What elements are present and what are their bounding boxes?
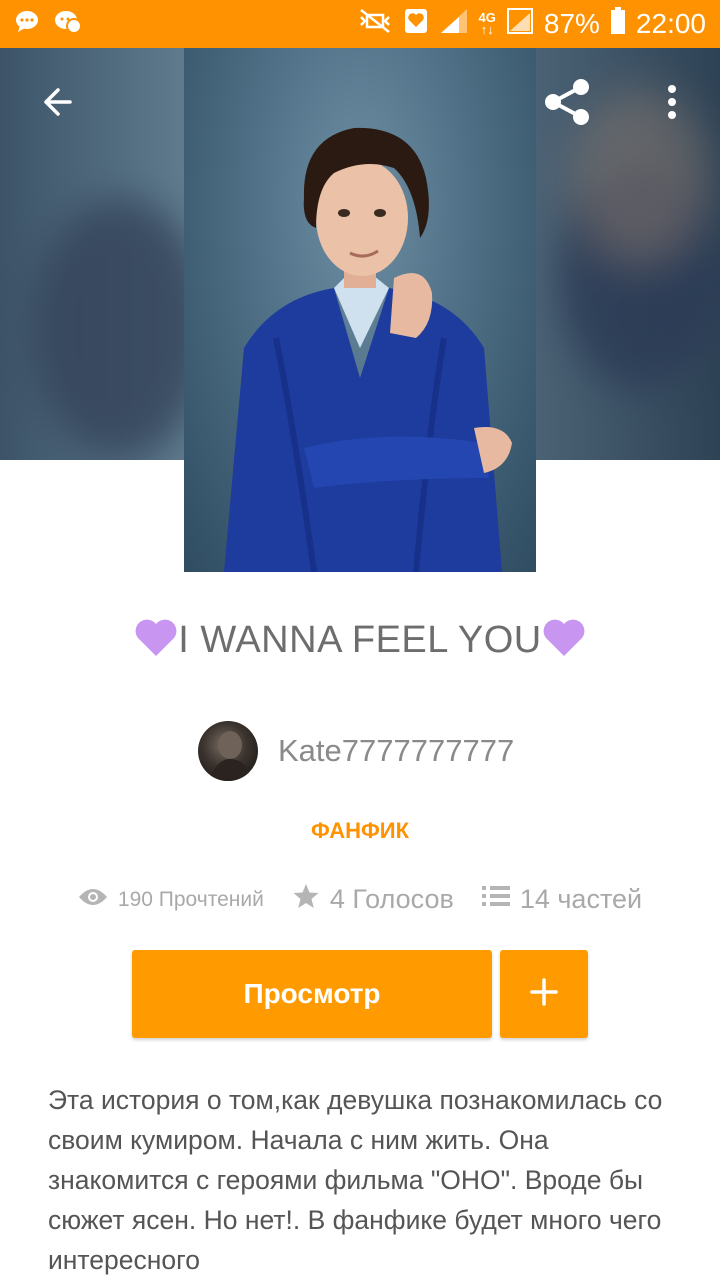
network-label: 4G ↑↓ [478,10,496,37]
reads-count: 190 Прочтений [117,887,264,911]
status-notifications [14,9,82,40]
votes-stat: 4 Голосов [292,882,454,917]
parts-count: 14 частей [519,884,643,914]
story-stats: 190 Прочтений 4 Голосов 14 частей [0,882,720,917]
purple-heart-icon [134,618,178,668]
author-link[interactable]: Kate7777777777 [198,720,514,782]
story-description: Эта история о том,как девушка познакомил… [48,1085,663,1275]
signal-icon [439,7,469,42]
parts-stat: 14 частей [481,884,643,915]
votes-count: 4 Голосов [329,884,454,914]
back-arrow-icon [38,84,74,125]
signal-icon-secondary [506,7,534,42]
status-bar: 4G ↑↓ 87% 22:00 [0,0,720,48]
share-button[interactable] [536,72,600,136]
battery-icon [610,6,626,42]
author-avatar [198,721,258,781]
heart-box-icon [403,7,429,42]
read-button[interactable]: Просмотр [132,950,492,1038]
chat-icon [14,10,40,39]
mute-icon [357,7,393,42]
purple-heart-icon [542,618,586,668]
star-icon [292,882,320,917]
story-title: I WANNA FEEL YOU [0,618,720,668]
battery-percent: 87% [543,8,600,39]
clock: 22:00 [635,8,706,39]
share-icon [543,77,593,132]
back-button[interactable] [24,72,88,136]
story-title-text: I WANNA FEEL YOU [178,619,542,661]
more-vert-icon [666,84,678,125]
author-name: Kate7777777777 [278,733,515,768]
reads-stat: 190 Прочтений [78,887,264,913]
more-options-button[interactable] [640,72,704,136]
eye-icon [78,887,108,913]
story-cover-image [184,48,536,572]
list-icon [481,884,510,915]
add-to-library-button[interactable] [500,950,588,1038]
category-label[interactable]: ФАНФИК [0,818,720,844]
plus-icon [529,977,559,1012]
status-indicators: 4G ↑↓ 87% 22:00 [357,6,706,42]
read-button-label: Просмотр [243,978,381,1009]
game-icon [54,9,82,40]
